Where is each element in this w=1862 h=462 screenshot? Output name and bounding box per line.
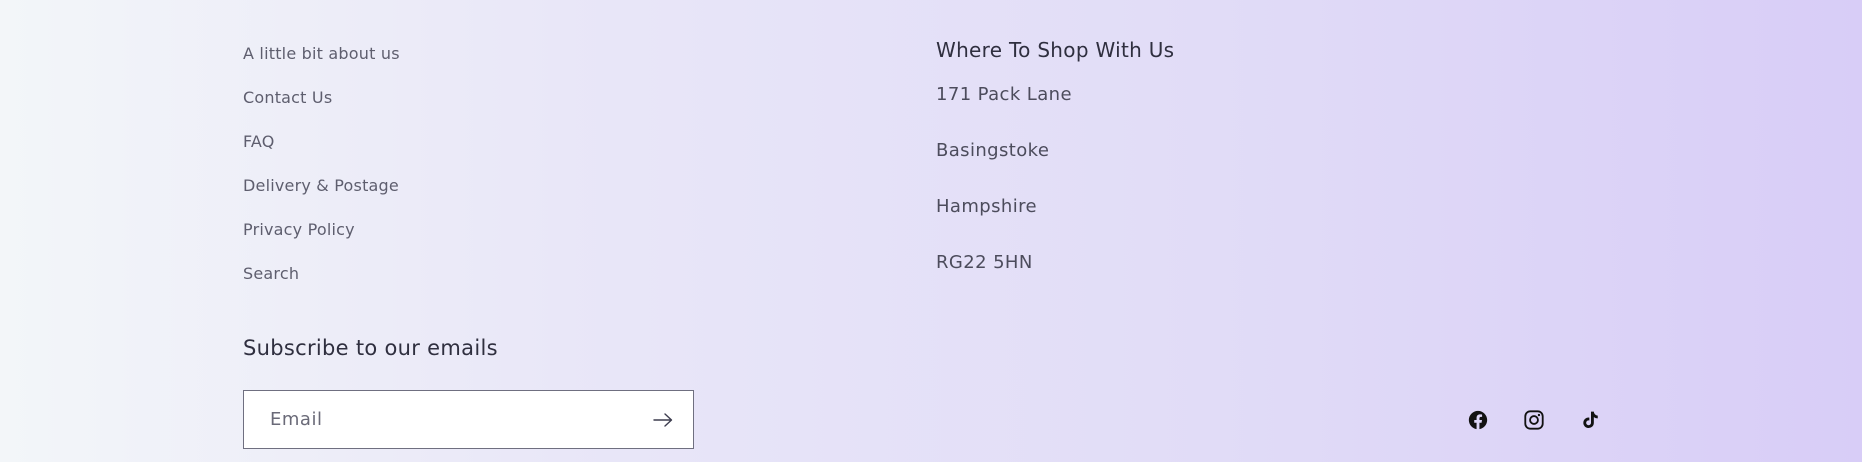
email-input[interactable] <box>244 391 633 448</box>
facebook-link[interactable] <box>1466 408 1490 432</box>
footer-link-search[interactable]: Search <box>243 264 400 308</box>
footer-link-privacy[interactable]: Privacy Policy <box>243 220 400 264</box>
footer-link-delivery[interactable]: Delivery & Postage <box>243 176 400 220</box>
shop-heading: Where To Shop With Us <box>936 38 1175 62</box>
tiktok-icon <box>1583 411 1598 429</box>
social-links <box>1466 408 1602 432</box>
email-form <box>243 390 694 449</box>
footer-link-about[interactable]: A little bit about us <box>243 44 400 88</box>
tiktok-link[interactable] <box>1578 408 1602 432</box>
address-line-2: Basingstoke <box>936 140 1050 161</box>
address-line-3: Hampshire <box>936 196 1037 217</box>
footer-link-faq[interactable]: FAQ <box>243 132 400 176</box>
footer-link-contact[interactable]: Contact Us <box>243 88 400 132</box>
instagram-icon <box>1524 410 1544 430</box>
address-line-4: RG22 5HN <box>936 252 1033 273</box>
footer-links: A little bit about us Contact Us FAQ Del… <box>243 44 400 308</box>
subscribe-heading: Subscribe to our emails <box>243 336 498 360</box>
facebook-icon <box>1468 410 1488 430</box>
arrow-right-icon <box>653 412 673 427</box>
shop-info: Where To Shop With Us 171 Pack Lane Basi… <box>936 38 1174 308</box>
subscribe-section: Subscribe to our emails <box>243 336 498 360</box>
instagram-link[interactable] <box>1522 408 1546 432</box>
subscribe-submit-button[interactable] <box>633 391 693 448</box>
address-line-1: 171 Pack Lane <box>936 84 1072 105</box>
